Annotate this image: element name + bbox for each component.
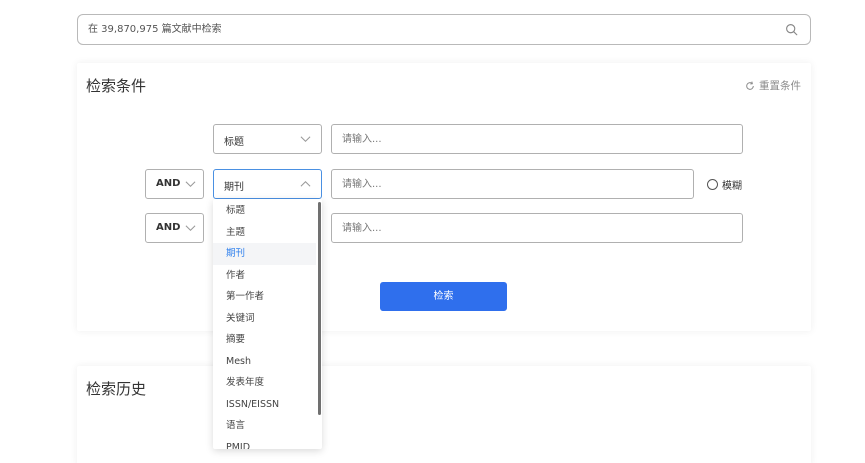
- dropdown-option-language[interactable]: 语言: [213, 415, 316, 437]
- fuzzy-match-label: 模糊: [722, 181, 742, 192]
- field-select-row2-value: 期刊: [224, 182, 244, 193]
- dropdown-option-first-author[interactable]: 第一作者: [213, 286, 316, 308]
- dropdown-option-pmid[interactable]: PMID: [213, 437, 316, 450]
- field-select-row1-value: 标题: [224, 137, 244, 148]
- reset-criteria-label: 重置条件: [759, 80, 801, 92]
- dropdown-option-issn[interactable]: ISSN/EISSN: [213, 394, 316, 416]
- operator-select-row2-value: AND: [156, 178, 181, 189]
- criteria-title: 检索条件: [86, 77, 147, 95]
- search-history-card: 检索历史: [77, 366, 811, 463]
- query-input-row2-field[interactable]: [332, 170, 693, 198]
- query-input-row1-field[interactable]: [332, 125, 742, 153]
- dropdown-option-pub-year[interactable]: 发表年度: [213, 372, 316, 394]
- page: 检索条件 重置条件 标题 AND 期刊 模糊: [0, 0, 865, 463]
- history-title: 检索历史: [86, 380, 147, 398]
- reset-criteria-button[interactable]: 重置条件: [745, 78, 801, 93]
- chevron-up-icon: [300, 180, 311, 187]
- query-input-row3: [331, 213, 743, 243]
- field-dropdown-menu: 标题 主题 期刊 作者 第一作者 关键词 摘要 Mesh 发表年度 ISSN/E…: [213, 199, 322, 449]
- field-select-row1[interactable]: 标题: [213, 124, 322, 154]
- dropdown-option-author[interactable]: 作者: [213, 265, 316, 287]
- dropdown-option-journal[interactable]: 期刊: [213, 243, 316, 265]
- dropdown-option-abstract[interactable]: 摘要: [213, 329, 316, 351]
- dropdown-option-keywords[interactable]: 关键词: [213, 308, 316, 330]
- operator-select-row3[interactable]: AND: [145, 213, 204, 243]
- dropdown-option-title[interactable]: 标题: [213, 200, 316, 222]
- radio-circle-icon: [707, 179, 718, 190]
- search-button[interactable]: 检索: [380, 282, 507, 311]
- fuzzy-match-radio[interactable]: 模糊: [707, 177, 742, 192]
- field-select-row2[interactable]: 期刊: [213, 169, 322, 199]
- dropdown-scrollbar[interactable]: [316, 199, 322, 449]
- search-icon[interactable]: [785, 23, 798, 36]
- chevron-down-icon: [300, 136, 311, 143]
- query-input-row2: [331, 169, 694, 199]
- dropdown-option-subject[interactable]: 主题: [213, 222, 316, 244]
- operator-select-row3-value: AND: [156, 222, 181, 233]
- chevron-down-icon: [185, 225, 196, 232]
- refresh-icon: [746, 81, 754, 90]
- operator-select-row2[interactable]: AND: [145, 169, 204, 199]
- global-search-bar: [77, 14, 811, 45]
- dropdown-scrollbar-thumb[interactable]: [318, 202, 321, 415]
- query-input-row1: [331, 124, 743, 154]
- global-search-input[interactable]: [88, 15, 768, 44]
- chevron-down-icon: [185, 181, 196, 188]
- dropdown-option-mesh[interactable]: Mesh: [213, 351, 316, 373]
- query-input-row3-field[interactable]: [332, 214, 742, 242]
